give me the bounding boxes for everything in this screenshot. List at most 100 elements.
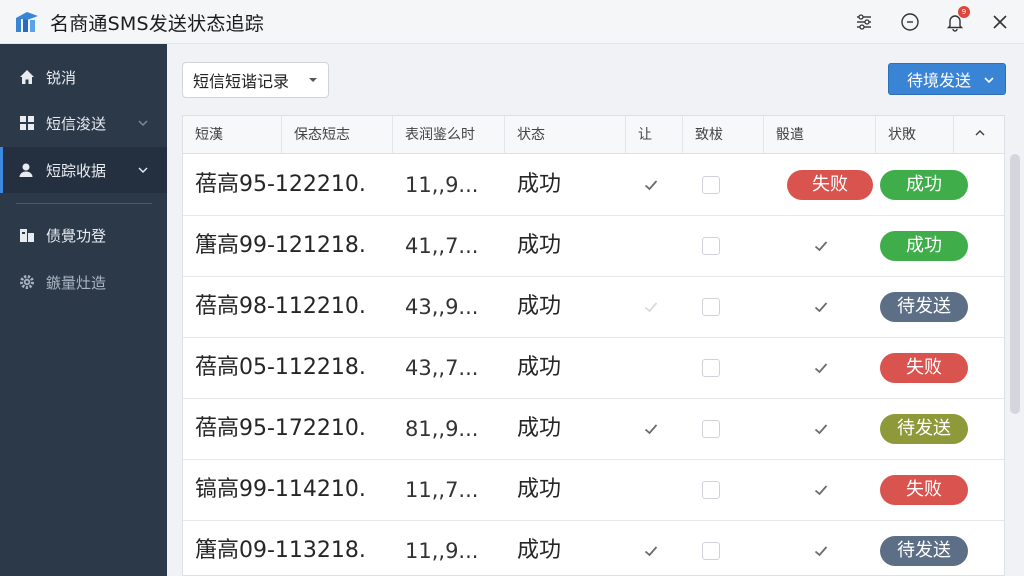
- column-header[interactable]: 短漢: [183, 116, 282, 154]
- home-icon: [17, 67, 37, 87]
- cell-id: 蓓高05-112218.: [195, 355, 366, 380]
- cell-status: 成功: [517, 538, 562, 563]
- row-checkbox[interactable]: [702, 237, 720, 255]
- check-icon: [643, 177, 659, 193]
- cell-time: 43,,7...: [405, 356, 479, 380]
- chevron-down-icon: [138, 167, 148, 173]
- cell-id: 篖高99-121218.: [195, 233, 366, 258]
- row-checkbox[interactable]: [702, 481, 720, 499]
- row-checkbox[interactable]: [702, 542, 720, 560]
- user-icon: [17, 160, 37, 180]
- sort-toggle[interactable]: [954, 116, 1004, 154]
- sidebar-item-label: 短信浚送: [46, 114, 107, 133]
- button-label: 待境发送: [907, 71, 972, 90]
- table-row[interactable]: 篖高09-113218. 11,,9... 成功 待发送: [183, 521, 1004, 575]
- status-badge: 待发送: [880, 292, 968, 322]
- cell-status: 成功: [517, 233, 562, 258]
- table-row[interactable]: 蓓高98-112210. 43,,9... 成功 待发送: [183, 277, 1004, 338]
- cell-time: 81,,9...: [405, 417, 479, 441]
- sidebar: 锐消 短信浚送 短踪收据 债覺功登 鏃量灶造: [0, 44, 167, 576]
- vertical-scrollbar[interactable]: [1010, 154, 1020, 414]
- column-header[interactable]: 状态: [505, 116, 626, 154]
- cell-time: 11,,7...: [405, 478, 479, 502]
- sidebar-item-label: 债覺功登: [46, 226, 107, 245]
- check-icon: [813, 360, 829, 376]
- sidebar-item-label: 鏃量灶造: [46, 273, 107, 292]
- status-badge: 待发送: [880, 414, 968, 444]
- gear-icon: [17, 272, 37, 292]
- check-icon: [813, 482, 829, 498]
- pending-send-button[interactable]: 待境发送: [888, 63, 1006, 95]
- sidebar-item-label: 短踪收据: [46, 161, 107, 180]
- status-badge: 待发送: [880, 536, 968, 566]
- cell-status: 成功: [517, 416, 562, 441]
- column-header[interactable]: 状敗: [876, 116, 954, 154]
- cell-time: 11,,9...: [405, 173, 479, 197]
- cell-status: 成功: [517, 355, 562, 380]
- row-checkbox[interactable]: [702, 359, 720, 377]
- cell-id: 蓓高95-122210.: [195, 172, 366, 197]
- cell-status: 成功: [517, 172, 562, 197]
- report-icon: [17, 225, 37, 245]
- check-icon: [643, 299, 659, 315]
- check-icon: [643, 543, 659, 559]
- main-content: 短信短谐记录 待境发送 短漢 保态短志 表润鉴么时 状态 让 致柭 骰遣 状敗 …: [167, 44, 1024, 576]
- table-header: 短漢 保态短志 表润鉴么时 状态 让 致柭 骰遣 状敗: [183, 116, 1004, 154]
- table-row[interactable]: 蓓高95-172210. 81,,9... 成功 待发送: [183, 399, 1004, 460]
- close-icon: [993, 15, 1007, 29]
- chevron-up-icon: [975, 129, 985, 136]
- check-icon: [813, 299, 829, 315]
- notification-badge: 9: [958, 6, 970, 18]
- column-header[interactable]: 表润鉴么时: [393, 116, 505, 154]
- column-header[interactable]: 骰遣: [764, 116, 876, 154]
- table-row[interactable]: 蓓高05-112218. 43,,7... 成功 失败: [183, 338, 1004, 399]
- cell-id: 篖高09-113218.: [195, 538, 366, 563]
- app-title: 名商通SMS发送状态追踪: [50, 13, 264, 35]
- row-checkbox[interactable]: [702, 298, 720, 316]
- cell-status: 成功: [517, 477, 562, 502]
- table-row[interactable]: 篖高99-121218. 41,,7... 成功 成功: [183, 216, 1004, 277]
- table-row[interactable]: 蓓高95-122210. 11,,9... 成功 失败 成功: [183, 155, 1004, 216]
- column-header[interactable]: 致柭: [683, 116, 764, 154]
- record-type-dropdown[interactable]: 短信短谐记录: [182, 62, 329, 98]
- cell-id: 蓓高95-172210.: [195, 416, 366, 441]
- cell-time: 11,,9...: [405, 539, 479, 563]
- sidebar-item-tracking[interactable]: 短踪收据: [0, 147, 167, 193]
- column-header[interactable]: 保态短志: [282, 116, 393, 154]
- settings-sliders-button[interactable]: [852, 10, 876, 34]
- circle-minus-icon: [901, 13, 919, 31]
- notifications-button[interactable]: 9: [943, 6, 970, 34]
- row-checkbox[interactable]: [702, 176, 720, 194]
- column-header[interactable]: 让: [626, 116, 683, 154]
- sliders-icon: [857, 14, 871, 30]
- status-badge: 失败: [880, 353, 968, 383]
- close-button[interactable]: [988, 10, 1012, 34]
- sidebar-item-sms-send[interactable]: 短信浚送: [0, 100, 167, 146]
- check-icon: [813, 238, 829, 254]
- sidebar-item-settings[interactable]: 鏃量灶造: [0, 259, 167, 305]
- cell-time: 43,,9...: [405, 295, 479, 319]
- sidebar-item-label: 锐消: [46, 68, 77, 87]
- app-logo-icon: [16, 12, 38, 32]
- chevron-down-icon: [138, 120, 148, 126]
- status-badge: 成功: [880, 231, 968, 261]
- title-bar: 名商通SMS发送状态追踪 9: [0, 0, 1024, 44]
- chevron-down-icon: [984, 77, 994, 84]
- check-icon: [813, 421, 829, 437]
- status-badge: 成功: [880, 170, 968, 200]
- status-badge: 失败: [880, 475, 968, 505]
- cell-status: 成功: [517, 294, 562, 319]
- sidebar-item-home[interactable]: 锐消: [0, 54, 167, 100]
- check-icon: [813, 543, 829, 559]
- cell-id: 镐高99-114210.: [195, 477, 366, 502]
- status-badge: 失败: [787, 170, 873, 200]
- row-checkbox[interactable]: [702, 420, 720, 438]
- caret-down-icon: [309, 78, 317, 82]
- minimize-button[interactable]: [898, 10, 922, 34]
- check-icon: [643, 421, 659, 437]
- sidebar-divider: [16, 203, 152, 204]
- grid-icon: [17, 113, 37, 133]
- table-row[interactable]: 镐高99-114210. 11,,7... 成功 失败: [183, 460, 1004, 521]
- sidebar-item-reports[interactable]: 债覺功登: [0, 212, 167, 258]
- cell-time: 41,,7...: [405, 234, 479, 258]
